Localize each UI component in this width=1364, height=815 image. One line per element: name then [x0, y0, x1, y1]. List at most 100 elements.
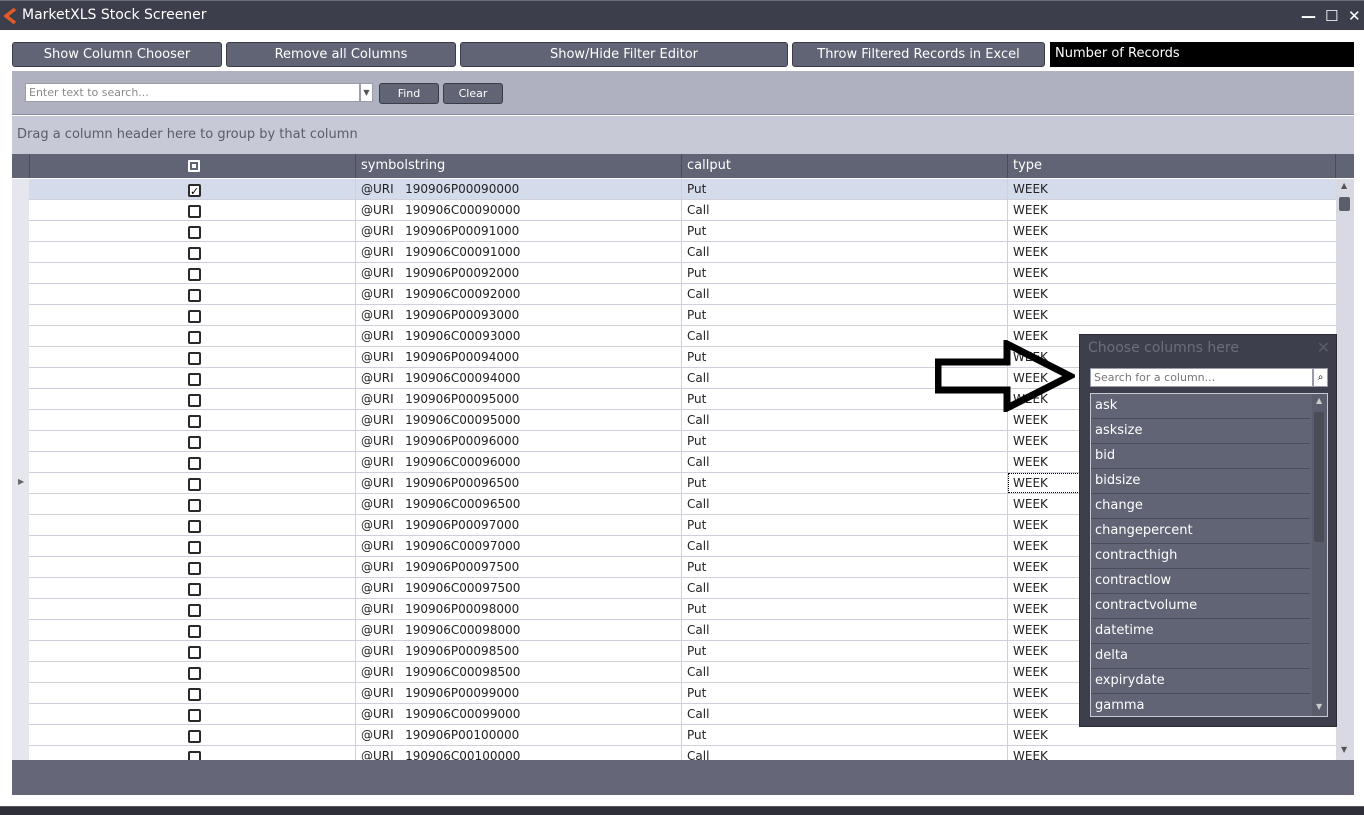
select-cell[interactable] — [29, 452, 356, 472]
select-cell[interactable] — [29, 599, 356, 619]
table-row[interactable]: @URI 190906C00091000 Call WEEK — [29, 242, 1336, 263]
scroll-thumb[interactable] — [1339, 197, 1350, 211]
select-cell[interactable] — [29, 410, 356, 430]
column-chooser-item[interactable]: expirydate — [1091, 669, 1310, 694]
scroll-up-icon[interactable]: ▲ — [1341, 181, 1347, 190]
search-dropdown-button[interactable]: ▼ — [360, 83, 373, 102]
column-chooser-item[interactable]: contractlow — [1091, 569, 1310, 594]
column-chooser-item[interactable]: asksize — [1091, 419, 1310, 444]
row-checkbox[interactable] — [188, 667, 201, 680]
row-checkbox[interactable] — [188, 247, 201, 260]
column-chooser-item[interactable]: gamma — [1091, 694, 1310, 716]
select-cell[interactable] — [29, 263, 356, 283]
column-chooser-item[interactable]: changepercent — [1091, 519, 1310, 544]
row-checkbox[interactable] — [188, 457, 201, 470]
select-cell[interactable] — [29, 494, 356, 514]
grid-vertical-scrollbar[interactable]: ▲ ▼ — [1336, 179, 1354, 760]
scroll-thumb[interactable] — [1314, 412, 1324, 542]
row-checkbox[interactable] — [188, 730, 201, 743]
row-checkbox[interactable] — [188, 415, 201, 428]
row-checkbox[interactable] — [188, 604, 201, 617]
column-chooser-item[interactable]: datetime — [1091, 619, 1310, 644]
select-cell[interactable] — [29, 557, 356, 577]
row-checkbox[interactable] — [188, 436, 201, 449]
select-cell[interactable] — [29, 347, 356, 367]
row-checkbox[interactable] — [188, 182, 201, 202]
close-button[interactable]: ✕ — [1348, 7, 1361, 25]
scroll-down-icon[interactable]: ▼ — [1341, 745, 1347, 754]
select-cell[interactable] — [29, 620, 356, 640]
header-type[interactable]: type — [1008, 154, 1336, 178]
header-symbolstring[interactable]: symbolstring — [356, 154, 682, 178]
select-cell[interactable] — [29, 200, 356, 220]
maximize-button[interactable]: ☐ — [1325, 7, 1338, 25]
select-cell[interactable] — [29, 578, 356, 598]
row-checkbox[interactable] — [188, 688, 201, 701]
search-icon[interactable]: ⌕ — [1313, 368, 1328, 387]
row-checkbox[interactable] — [188, 310, 201, 323]
column-chooser-item[interactable]: ask — [1091, 394, 1310, 419]
select-cell[interactable] — [29, 515, 356, 535]
select-cell[interactable] — [29, 242, 356, 262]
column-search-input[interactable]: Search for a column... — [1090, 368, 1313, 387]
select-cell[interactable] — [29, 536, 356, 556]
table-row[interactable]: @URI 190906P00100000 Put WEEK — [29, 725, 1336, 746]
select-cell[interactable] — [29, 662, 356, 682]
select-all-checkbox-icon[interactable] — [188, 160, 200, 172]
table-row[interactable]: @URI 190906C00100000 Call WEEK — [29, 746, 1336, 760]
group-by-panel[interactable]: Drag a column header here to group by th… — [12, 116, 1354, 154]
column-chooser-item[interactable]: contracthigh — [1091, 544, 1310, 569]
select-cell[interactable] — [29, 725, 356, 745]
row-checkbox[interactable] — [188, 541, 201, 554]
header-callput[interactable]: callput — [682, 154, 1008, 178]
row-checkbox[interactable] — [188, 352, 201, 365]
column-chooser-item[interactable]: change — [1091, 494, 1310, 519]
row-checkbox[interactable] — [188, 268, 201, 281]
row-checkbox[interactable] — [188, 226, 201, 239]
select-cell[interactable] — [29, 284, 356, 304]
minimize-button[interactable]: — — [1301, 7, 1316, 25]
select-cell[interactable] — [29, 221, 356, 241]
row-checkbox[interactable] — [188, 751, 201, 760]
remove-all-columns-button[interactable]: Remove all Columns — [226, 42, 456, 67]
row-checkbox[interactable] — [188, 520, 201, 533]
show-hide-filter-editor-button[interactable]: Show/Hide Filter Editor — [460, 42, 788, 67]
close-icon[interactable]: ✕ — [1317, 338, 1330, 357]
row-checkbox[interactable] — [188, 646, 201, 659]
select-cell[interactable] — [29, 368, 356, 388]
scroll-down-icon[interactable]: ▼ — [1316, 702, 1322, 711]
table-row[interactable]: @URI 190906P00092000 Put WEEK — [29, 263, 1336, 284]
row-checkbox[interactable] — [188, 289, 201, 302]
search-input[interactable]: Enter text to search... — [25, 83, 360, 102]
row-checkbox[interactable] — [188, 499, 201, 512]
row-checkbox[interactable] — [188, 562, 201, 575]
scroll-up-icon[interactable]: ▲ — [1316, 396, 1322, 405]
table-row[interactable]: @URI 190906P00091000 Put WEEK — [29, 221, 1336, 242]
row-checkbox[interactable] — [188, 709, 201, 722]
column-list-scrollbar[interactable]: ▲ ▼ — [1312, 394, 1327, 716]
select-cell[interactable] — [29, 179, 356, 202]
throw-filtered-records-button[interactable]: Throw Filtered Records in Excel — [792, 42, 1045, 67]
column-chooser-item[interactable]: bidsize — [1091, 469, 1310, 494]
find-button[interactable]: Find — [379, 83, 439, 104]
row-checkbox[interactable] — [188, 625, 201, 638]
table-row[interactable]: @URI 190906C00092000 Call WEEK — [29, 284, 1336, 305]
select-cell[interactable] — [29, 431, 356, 451]
clear-button[interactable]: Clear — [443, 83, 503, 104]
row-checkbox[interactable] — [188, 478, 201, 491]
select-cell[interactable] — [29, 389, 356, 409]
row-checkbox[interactable] — [188, 331, 201, 344]
header-select-all[interactable] — [30, 154, 356, 178]
row-checkbox[interactable] — [188, 205, 201, 218]
table-row[interactable]: @URI 190906C00090000 Call WEEK — [29, 200, 1336, 221]
row-checkbox[interactable] — [188, 373, 201, 386]
select-cell[interactable] — [29, 746, 356, 760]
select-cell[interactable] — [29, 473, 356, 493]
table-row[interactable]: @URI 190906P00093000 Put WEEK — [29, 305, 1336, 326]
select-cell[interactable] — [29, 326, 356, 346]
select-cell[interactable] — [29, 704, 356, 724]
column-chooser-item[interactable]: delta — [1091, 644, 1310, 669]
column-chooser-item[interactable]: bid — [1091, 444, 1310, 469]
select-cell[interactable] — [29, 683, 356, 703]
select-cell[interactable] — [29, 641, 356, 661]
